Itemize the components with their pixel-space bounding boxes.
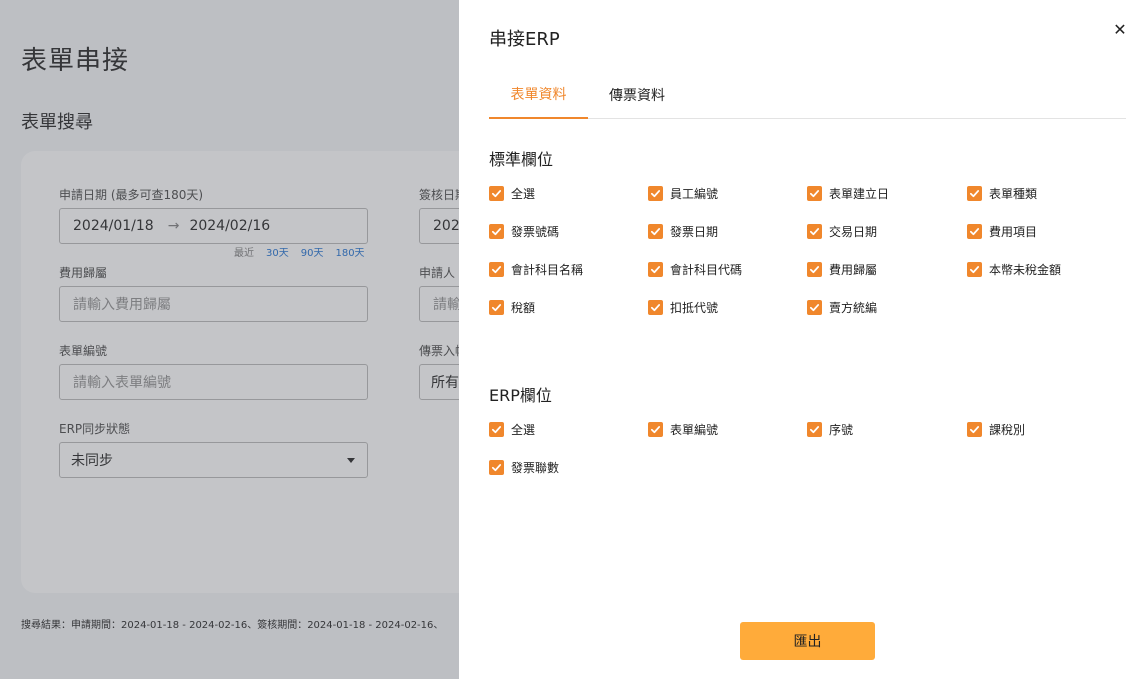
checkbox-checked-icon[interactable]	[807, 224, 822, 239]
checkbox-item[interactable]: 會計科目代碼	[648, 261, 742, 278]
checkbox-item[interactable]: 會計科目名稱	[489, 261, 583, 278]
checkbox-label: 發票聯數	[511, 461, 560, 475]
checkbox-item[interactable]: 賣方統編	[807, 299, 877, 316]
checkbox-item[interactable]: 費用項目	[967, 223, 1037, 240]
checkbox-item[interactable]: 發票日期	[648, 223, 718, 240]
checkbox-label: 序號	[829, 423, 854, 437]
tab-bar: 表單資料 傳票資料	[489, 70, 1126, 119]
checkbox-checked-icon[interactable]	[967, 186, 982, 201]
drawer-title: 串接ERP	[489, 29, 560, 50]
checkbox-checked-icon[interactable]	[489, 300, 504, 315]
checkbox-checked-icon[interactable]	[489, 262, 504, 277]
checkbox-checked-icon[interactable]	[807, 300, 822, 315]
checkbox-label: 會計科目名稱	[511, 263, 584, 277]
tab-form-data[interactable]: 表單資料	[489, 70, 588, 119]
checkbox-item[interactable]: 序號	[807, 421, 853, 438]
checkbox-label: 表單編號	[670, 423, 719, 437]
checkbox-label: 稅額	[511, 301, 536, 315]
checkbox-checked-icon[interactable]	[807, 262, 822, 277]
checkbox-checked-icon[interactable]	[648, 224, 663, 239]
erp-fields-title: ERP欄位	[489, 386, 552, 405]
checkbox-item[interactable]: 本幣未稅金額	[967, 261, 1061, 278]
checkbox-item[interactable]: 表單建立日	[807, 185, 889, 202]
export-button[interactable]: 匯出	[740, 622, 875, 660]
checkbox-checked-icon[interactable]	[967, 224, 982, 239]
checkbox-label: 課稅別	[989, 423, 1026, 437]
checkbox-checked-icon[interactable]	[489, 224, 504, 239]
checkbox-item[interactable]: 發票聯數	[489, 459, 559, 476]
checkbox-item[interactable]: 稅額	[489, 299, 535, 316]
checkbox-item[interactable]: 員工編號	[648, 185, 718, 202]
tab-voucher-data[interactable]: 傳票資料	[588, 70, 686, 119]
standard-fields-title: 標準欄位	[489, 150, 554, 169]
checkbox-checked-icon[interactable]	[967, 262, 982, 277]
close-icon[interactable]: ✕	[1111, 21, 1129, 39]
checkbox-label: 全選	[511, 423, 536, 437]
checkbox-item[interactable]: 費用歸屬	[807, 261, 877, 278]
checkbox-item[interactable]: 扣抵代號	[648, 299, 718, 316]
checkbox-label: 本幣未稅金額	[989, 263, 1062, 277]
checkbox-label: 費用項目	[989, 225, 1038, 239]
checkbox-label: 賣方統編	[829, 301, 878, 315]
checkbox-checked-icon[interactable]	[489, 422, 504, 437]
checkbox-label: 交易日期	[829, 225, 878, 239]
checkbox-checked-icon[interactable]	[648, 422, 663, 437]
checkbox-label: 表單種類	[989, 187, 1038, 201]
checkbox-label: 費用歸屬	[829, 263, 878, 277]
checkbox-checked-icon[interactable]	[967, 422, 982, 437]
checkbox-checked-icon[interactable]	[648, 300, 663, 315]
checkbox-checked-icon[interactable]	[489, 186, 504, 201]
checkbox-label: 發票日期	[670, 225, 719, 239]
checkbox-checked-icon[interactable]	[648, 186, 663, 201]
checkbox-label: 表單建立日	[829, 187, 890, 201]
checkbox-item[interactable]: 發票號碼	[489, 223, 559, 240]
checkbox-label: 發票號碼	[511, 225, 560, 239]
checkbox-checked-icon[interactable]	[807, 186, 822, 201]
checkbox-checked-icon[interactable]	[807, 422, 822, 437]
checkbox-label: 員工編號	[670, 187, 719, 201]
checkbox-item[interactable]: 全選	[489, 185, 535, 202]
checkbox-checked-icon[interactable]	[648, 262, 663, 277]
checkbox-label: 會計科目代碼	[670, 263, 743, 277]
checkbox-label: 扣抵代號	[670, 301, 719, 315]
checkbox-label: 全選	[511, 187, 536, 201]
checkbox-item[interactable]: 表單種類	[967, 185, 1037, 202]
checkbox-item[interactable]: 全選	[489, 421, 535, 438]
checkbox-item[interactable]: 交易日期	[807, 223, 877, 240]
checkbox-item[interactable]: 課稅別	[967, 421, 1025, 438]
checkbox-checked-icon[interactable]	[489, 460, 504, 475]
erp-drawer: 串接ERP ✕ 表單資料 傳票資料 標準欄位 全選 員工編號 表單建立日 表單種類發票…	[459, 0, 1148, 679]
checkbox-item[interactable]: 表單編號	[648, 421, 718, 438]
